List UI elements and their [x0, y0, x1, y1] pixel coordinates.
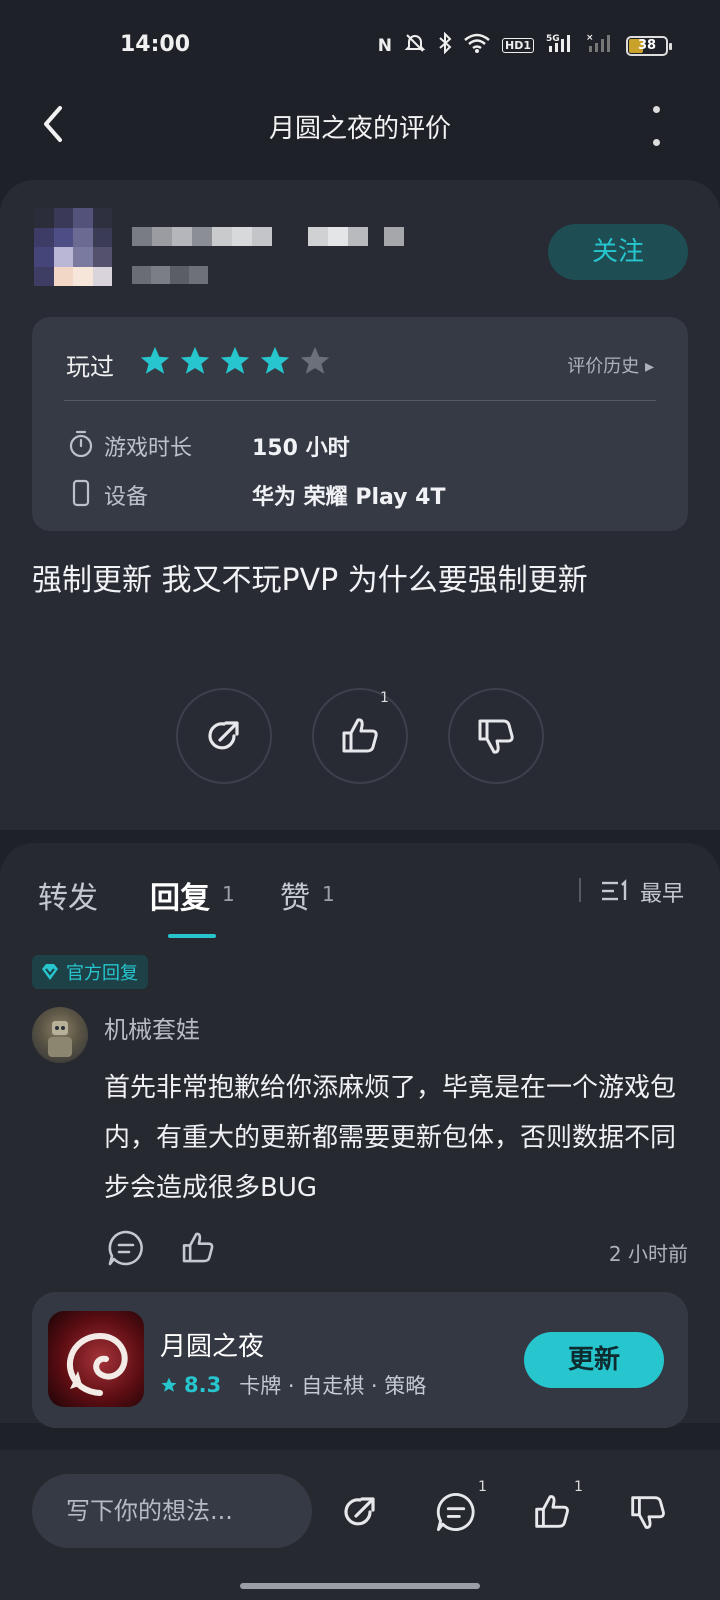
more-options-button[interactable]	[650, 106, 662, 146]
signal-5g-icon: 5G	[546, 32, 574, 59]
bluetooth-icon	[438, 31, 452, 59]
replier-avatar[interactable]	[32, 1007, 88, 1063]
signal-icon: ×	[586, 32, 614, 59]
playtime-value: 150 小时	[252, 436, 350, 461]
follow-button[interactable]: 关注	[548, 224, 688, 280]
app-rating-row: 8.3 卡牌 · 自走棋 · 策略	[160, 1370, 426, 1400]
tab-reposts[interactable]: 转发	[38, 873, 98, 917]
reply-like-button[interactable]	[178, 1228, 218, 1268]
playtime-label: 游戏时长	[104, 436, 193, 461]
moon-swirl-icon	[67, 1332, 128, 1396]
thumbs-down-icon	[631, 1496, 665, 1529]
thumbs-up-icon	[535, 1495, 569, 1528]
share-icon	[208, 721, 239, 750]
timer-icon	[66, 429, 96, 459]
nfc-icon: N	[377, 35, 392, 56]
comment-input[interactable]: 写下你的想法...	[32, 1474, 312, 1548]
wifi-icon	[464, 33, 490, 58]
more-dot-icon	[652, 139, 660, 146]
review-text: 强制更新 我又不玩PVP 为什么要强制更新	[32, 563, 588, 598]
diamond-icon	[42, 964, 58, 980]
home-indicator[interactable]	[240, 1583, 480, 1589]
bottom-share-button[interactable]	[338, 1490, 382, 1534]
bottom-comment-button[interactable]	[434, 1490, 478, 1534]
share-icon	[344, 1497, 375, 1526]
thumbs-up-icon	[342, 718, 378, 753]
active-tab-indicator	[168, 934, 216, 938]
like-count: 1	[380, 690, 389, 706]
comment-icon	[436, 1492, 475, 1532]
reviewer-subtitle-blurred	[132, 266, 208, 284]
status-icons: N HD1 5G × 38	[377, 31, 672, 59]
bottom-dislike-button[interactable]	[626, 1490, 670, 1534]
app-tags: 卡牌 · 自走棋 · 策略	[239, 1374, 427, 1398]
tab-replies[interactable]: 回复	[150, 873, 210, 917]
star-filled-icon	[140, 346, 170, 374]
robot-avatar-icon	[48, 1021, 72, 1057]
hd-icon: HD1	[502, 38, 534, 53]
played-label: 玩过	[66, 353, 114, 381]
bottom-like-count: 1	[574, 1479, 583, 1495]
review-history-link[interactable]: 评价历史 ▸	[567, 352, 654, 378]
star-empty-icon	[300, 346, 330, 374]
official-reply-label: 官方回复	[66, 963, 138, 984]
reply-text: 首先非常抱歉给你添麻烦了，毕竟是在一个游戏包内，有重大的更新都需要更新包体，否则…	[104, 1073, 677, 1203]
app-icon[interactable]	[48, 1311, 144, 1407]
svg-text:×: ×	[586, 33, 594, 43]
tab-likes[interactable]: 赞	[280, 873, 310, 917]
page-title: 月圆之夜的评价	[268, 114, 451, 144]
reviewer-name-blurred[interactable]	[132, 227, 404, 246]
app-name[interactable]: 月圆之夜	[160, 1326, 264, 1363]
status-time: 14:00	[120, 32, 191, 57]
reply-comment-button[interactable]	[106, 1228, 146, 1268]
rating-stars	[138, 344, 332, 378]
update-button[interactable]: 更新	[524, 1332, 664, 1388]
thumbs-up-icon	[182, 1232, 214, 1263]
battery-icon: 38	[626, 35, 672, 56]
sort-divider	[579, 878, 581, 902]
app-rating-value: 8.3	[184, 1373, 222, 1397]
like-button[interactable]	[312, 688, 408, 784]
svg-text:5G: 5G	[546, 34, 560, 44]
official-reply-badge: 官方回复	[32, 955, 148, 989]
star-icon	[161, 1377, 177, 1392]
star-filled-icon	[260, 346, 290, 374]
tab-likes-count: 1	[322, 882, 335, 906]
sort-order-icon[interactable]	[600, 878, 630, 904]
info-divider	[64, 400, 656, 401]
bottom-comment-count: 1	[478, 1479, 487, 1495]
share-button[interactable]	[176, 688, 272, 784]
phone-icon	[66, 478, 96, 508]
device-value: 华为 荣耀 Play 4T	[252, 485, 446, 510]
replier-name[interactable]: 机械套娃	[104, 1010, 200, 1045]
device-label: 设备	[104, 485, 149, 510]
mute-icon	[404, 32, 426, 59]
bottom-like-button[interactable]	[530, 1490, 574, 1534]
more-dot-icon	[652, 106, 660, 113]
dislike-button[interactable]	[448, 688, 544, 784]
comment-icon	[108, 1230, 143, 1266]
star-filled-icon	[220, 346, 250, 374]
thumbs-down-icon	[478, 719, 514, 754]
reviewer-avatar[interactable]	[34, 208, 112, 286]
sort-label[interactable]: 最早	[640, 876, 684, 908]
reply-timestamp: 2 小时前	[608, 1242, 688, 1266]
star-filled-icon	[180, 346, 210, 374]
tab-replies-count: 1	[222, 882, 235, 906]
